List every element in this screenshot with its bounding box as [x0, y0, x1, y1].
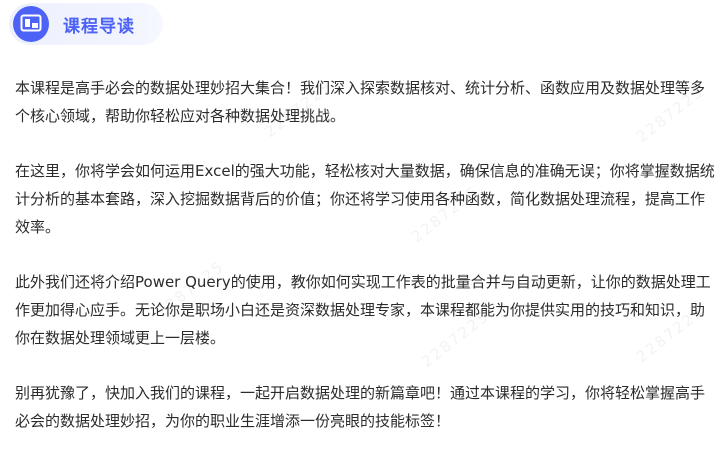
intro-paragraph-1: 本课程是高手必会的数据处理妙招大集合！我们深入探索数据核对、统计分析、函数应用及… [15, 79, 706, 125]
course-book-icon-graphic [20, 14, 42, 32]
course-book-icon [13, 6, 49, 42]
intro-paragraph-2: 在这里，你将学会如何运用Excel的强大功能，轻松核对大量数据，确保信息的准确无… [15, 162, 715, 236]
intro-paragraph-3: 此外我们还将介绍Power Query的使用，教你如何实现工作表的批量合并与自动… [15, 273, 711, 347]
course-intro-header: 课程导读 [9, 3, 163, 45]
page-title: 课程导读 [63, 16, 135, 37]
intro-paragraph-4: 别再犹豫了，快加入我们的课程，一起开启数据处理的新篇章吧！通过本课程的学习，你将… [15, 384, 706, 430]
intro-content: 本课程是高手必会的数据处理妙招大集合！我们深入探索数据核对、统计分析、函数应用及… [15, 74, 715, 462]
